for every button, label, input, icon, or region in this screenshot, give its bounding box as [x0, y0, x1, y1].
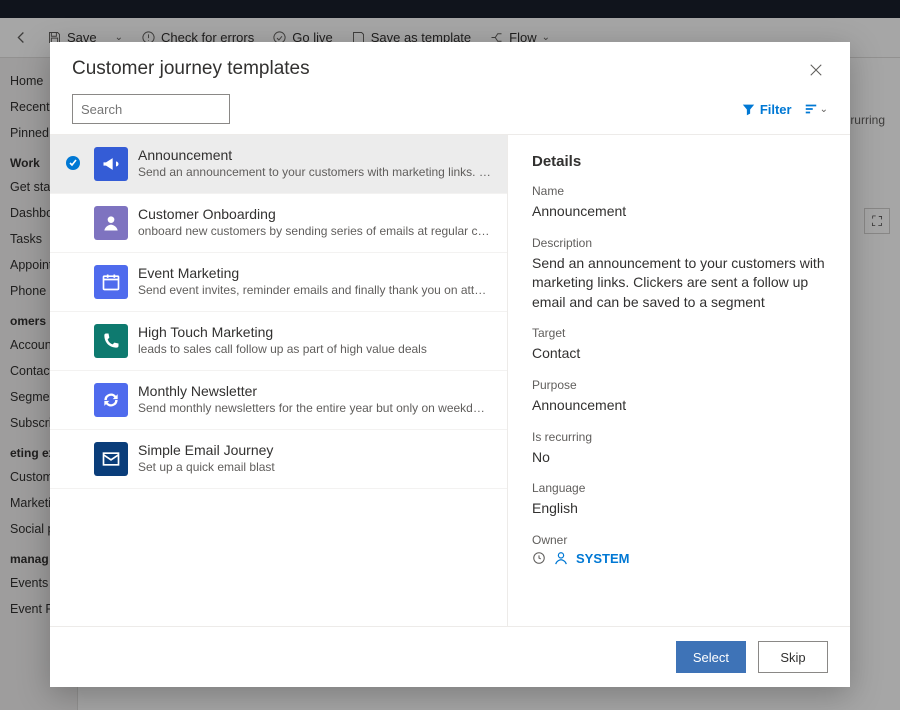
- template-desc: Send an announcement to your customers w…: [138, 165, 491, 179]
- template-check: [62, 206, 84, 214]
- template-item[interactable]: Announcement Send an announcement to your…: [50, 135, 507, 194]
- template-title: High Touch Marketing: [138, 324, 491, 340]
- skip-button[interactable]: Skip: [758, 641, 828, 673]
- person-icon: [554, 551, 568, 565]
- detail-recurring-value: No: [532, 448, 826, 468]
- detail-desc-label: Description: [532, 236, 826, 250]
- detail-recurring-label: Is recurring: [532, 430, 826, 444]
- detail-lang-value: English: [532, 499, 826, 519]
- templates-modal: Customer journey templates Filter ⌄: [50, 42, 850, 687]
- template-item[interactable]: High Touch Marketing leads to sales call …: [50, 312, 507, 371]
- template-icon: [94, 383, 128, 417]
- close-icon: [809, 63, 823, 77]
- sort-button[interactable]: ⌄: [804, 102, 828, 116]
- template-icon: [94, 265, 128, 299]
- detail-lang-label: Language: [532, 481, 826, 495]
- template-desc: leads to sales call follow up as part of…: [138, 342, 491, 356]
- template-item[interactable]: Simple Email Journey Set up a quick email…: [50, 430, 507, 489]
- sort-chevron-icon: ⌄: [820, 104, 828, 115]
- detail-owner-label: Owner: [532, 533, 826, 547]
- template-desc: Set up a quick email blast: [138, 460, 491, 474]
- template-desc: Send event invites, reminder emails and …: [138, 283, 491, 297]
- template-title: Simple Email Journey: [138, 442, 491, 458]
- detail-name-label: Name: [532, 184, 826, 198]
- template-check: [62, 442, 84, 450]
- details-heading: Details: [532, 153, 826, 170]
- detail-purpose-label: Purpose: [532, 378, 826, 392]
- detail-target-value: Contact: [532, 344, 826, 364]
- filter-button[interactable]: Filter: [742, 102, 792, 117]
- clock-icon: [532, 551, 546, 565]
- select-button[interactable]: Select: [676, 641, 746, 673]
- template-check: [62, 383, 84, 391]
- filter-label: Filter: [760, 102, 792, 117]
- close-button[interactable]: [804, 58, 828, 82]
- template-title: Customer Onboarding: [138, 206, 491, 222]
- filter-icon: [742, 103, 755, 116]
- template-title: Announcement: [138, 147, 491, 163]
- detail-name-value: Announcement: [532, 202, 826, 222]
- template-icon: [94, 206, 128, 240]
- search-input-wrapper[interactable]: [72, 94, 230, 124]
- template-icon: [94, 442, 128, 476]
- template-item[interactable]: Customer Onboarding onboard new customers…: [50, 194, 507, 253]
- template-check: [62, 324, 84, 332]
- detail-target-label: Target: [532, 326, 826, 340]
- modal-overlay: Customer journey templates Filter ⌄: [0, 0, 900, 710]
- template-icon: [94, 324, 128, 358]
- template-title: Monthly Newsletter: [138, 383, 491, 399]
- template-desc: onboard new customers by sending series …: [138, 224, 491, 238]
- detail-desc-value: Send an announcement to your customers w…: [532, 254, 826, 313]
- template-list: Announcement Send an announcement to your…: [50, 135, 508, 626]
- modal-title: Customer journey templates: [72, 58, 310, 80]
- template-item[interactable]: Monthly Newsletter Send monthly newslette…: [50, 371, 507, 430]
- template-desc: Send monthly newsletters for the entire …: [138, 401, 491, 415]
- template-check: [62, 265, 84, 273]
- details-pane: Details Name Announcement Description Se…: [508, 135, 850, 626]
- template-title: Event Marketing: [138, 265, 491, 281]
- detail-owner-value[interactable]: SYSTEM: [576, 551, 629, 566]
- template-item[interactable]: Event Marketing Send event invites, remin…: [50, 253, 507, 312]
- search-input[interactable]: [81, 102, 257, 117]
- template-check: [62, 147, 84, 171]
- detail-purpose-value: Announcement: [532, 396, 826, 416]
- sort-icon: [804, 102, 818, 116]
- template-icon: [94, 147, 128, 181]
